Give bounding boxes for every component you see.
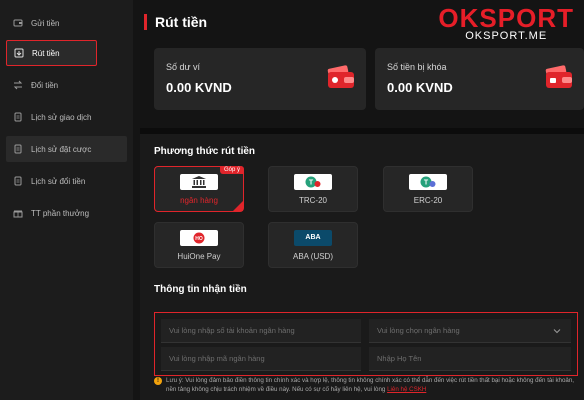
selected-corner-mark — [233, 201, 243, 211]
brand-logo: OKSPORT OKSPORT.ME — [438, 4, 574, 42]
method-trc20[interactable]: T TRC-20 — [268, 166, 358, 212]
main-content: Rút tiền OKSPORT OKSPORT.ME Số dư ví 0.0… — [140, 0, 584, 400]
bank-icon — [180, 173, 218, 190]
reward-icon — [13, 208, 23, 218]
method-bank[interactable]: Góp ý ngân hàng — [154, 166, 244, 212]
tether-trc20-icon: T — [294, 173, 332, 190]
exchange-icon — [13, 80, 23, 90]
transaction-history-icon — [13, 112, 23, 122]
method-label: ABA (USD) — [292, 251, 333, 261]
full-name-field[interactable]: Nhập Họ Tên — [369, 347, 571, 371]
method-huione[interactable]: HO HuiOne Pay — [154, 222, 244, 268]
brand-name: OKSPORT — [438, 3, 574, 33]
huione-icon-text: HO — [195, 236, 203, 242]
tether-erc20-icon: T — [409, 173, 447, 190]
bank-select[interactable]: Vui lòng chọn ngân hàng — [369, 319, 571, 343]
huione-icon: HO — [180, 229, 218, 246]
sidebar-item-label: Đổi tiền — [31, 80, 59, 90]
sidebar-item-label: Lịch sử đặt cược — [31, 144, 92, 154]
support-link[interactable]: Liên hệ CSKH — [387, 386, 426, 393]
withdraw-section: Phương thức rút tiền Góp ý ngân hàng T T… — [140, 134, 584, 400]
chevron-down-icon — [553, 329, 561, 334]
aba-icon: ABA — [294, 229, 332, 246]
page-header: Rút tiền — [144, 14, 207, 30]
sidebar-item-transaction-history[interactable]: Lịch sử giao dịch — [6, 104, 127, 130]
exchange-history-icon — [13, 176, 23, 186]
bank-code-field[interactable]: Vui lòng nhập mã ngân hàng — [161, 347, 361, 371]
method-erc20[interactable]: T ERC-20 — [383, 166, 473, 212]
sidebar-item-exchange[interactable]: Đổi tiền — [6, 72, 127, 98]
wallet-icon — [327, 65, 354, 88]
page-title: Rút tiền — [155, 14, 208, 30]
note-text: Lưu ý: Vui lòng đảm bảo điền thông tin c… — [166, 377, 575, 393]
sidebar-item-withdraw[interactable]: Rút tiền — [6, 40, 97, 66]
method-aba[interactable]: ABA ABA (USD) — [268, 222, 358, 268]
svg-text:T: T — [424, 179, 429, 186]
account-number-field[interactable]: Vui lòng nhập số tài khoản ngân hàng — [161, 319, 361, 343]
aba-icon-text: ABA — [305, 234, 321, 241]
locked-wallet-icon — [545, 65, 572, 88]
method-label: ngân hàng — [180, 195, 218, 205]
withdraw-icon — [14, 48, 24, 58]
method-label: ERC-20 — [413, 195, 443, 205]
receive-info-title: Thông tin nhận tiền — [154, 284, 247, 295]
sidebar-item-exchange-history[interactable]: Lịch sử đổi tiền — [6, 168, 127, 194]
sidebar: Gửi tiền Rút tiền Đổi tiền Lịch sử giao … — [0, 0, 133, 400]
sidebar-item-label: Lịch sử đổi tiền — [31, 176, 86, 186]
sidebar-item-label: Lịch sử giao dịch — [31, 112, 92, 122]
sidebar-item-bet-history[interactable]: Lịch sử đặt cược — [6, 136, 127, 162]
method-label: TRC-20 — [298, 195, 327, 205]
title-accent-bar — [144, 14, 147, 30]
wallet-balance-card: Số dư ví 0.00 KVND — [154, 48, 366, 110]
method-label: HuiOne Pay — [177, 251, 221, 261]
warning-note: ! Lưu ý: Vui lòng đảm bảo điền thông tin… — [154, 376, 578, 394]
sidebar-item-label: TT phần thưởng — [31, 208, 90, 218]
wallet-icon — [13, 18, 23, 28]
bet-history-icon — [13, 144, 23, 154]
locked-balance-card: Số tiền bị khóa 0.00 KVND — [375, 48, 584, 110]
svg-text:T: T — [309, 179, 314, 186]
sidebar-item-rewards[interactable]: TT phần thưởng — [6, 200, 127, 226]
sidebar-item-label: Gửi tiền — [31, 18, 60, 28]
warning-icon: ! — [154, 377, 162, 385]
sidebar-item-deposit[interactable]: Gửi tiền — [6, 10, 127, 36]
bank-select-placeholder: Vui lòng chọn ngân hàng — [377, 326, 460, 335]
receive-info-form: Vui lòng nhập số tài khoản ngân hàng Vui… — [154, 312, 578, 376]
sidebar-item-label: Rút tiền — [32, 48, 60, 58]
feedback-badge: Góp ý — [219, 166, 244, 174]
withdraw-methods-title: Phương thức rút tiền — [154, 146, 256, 157]
